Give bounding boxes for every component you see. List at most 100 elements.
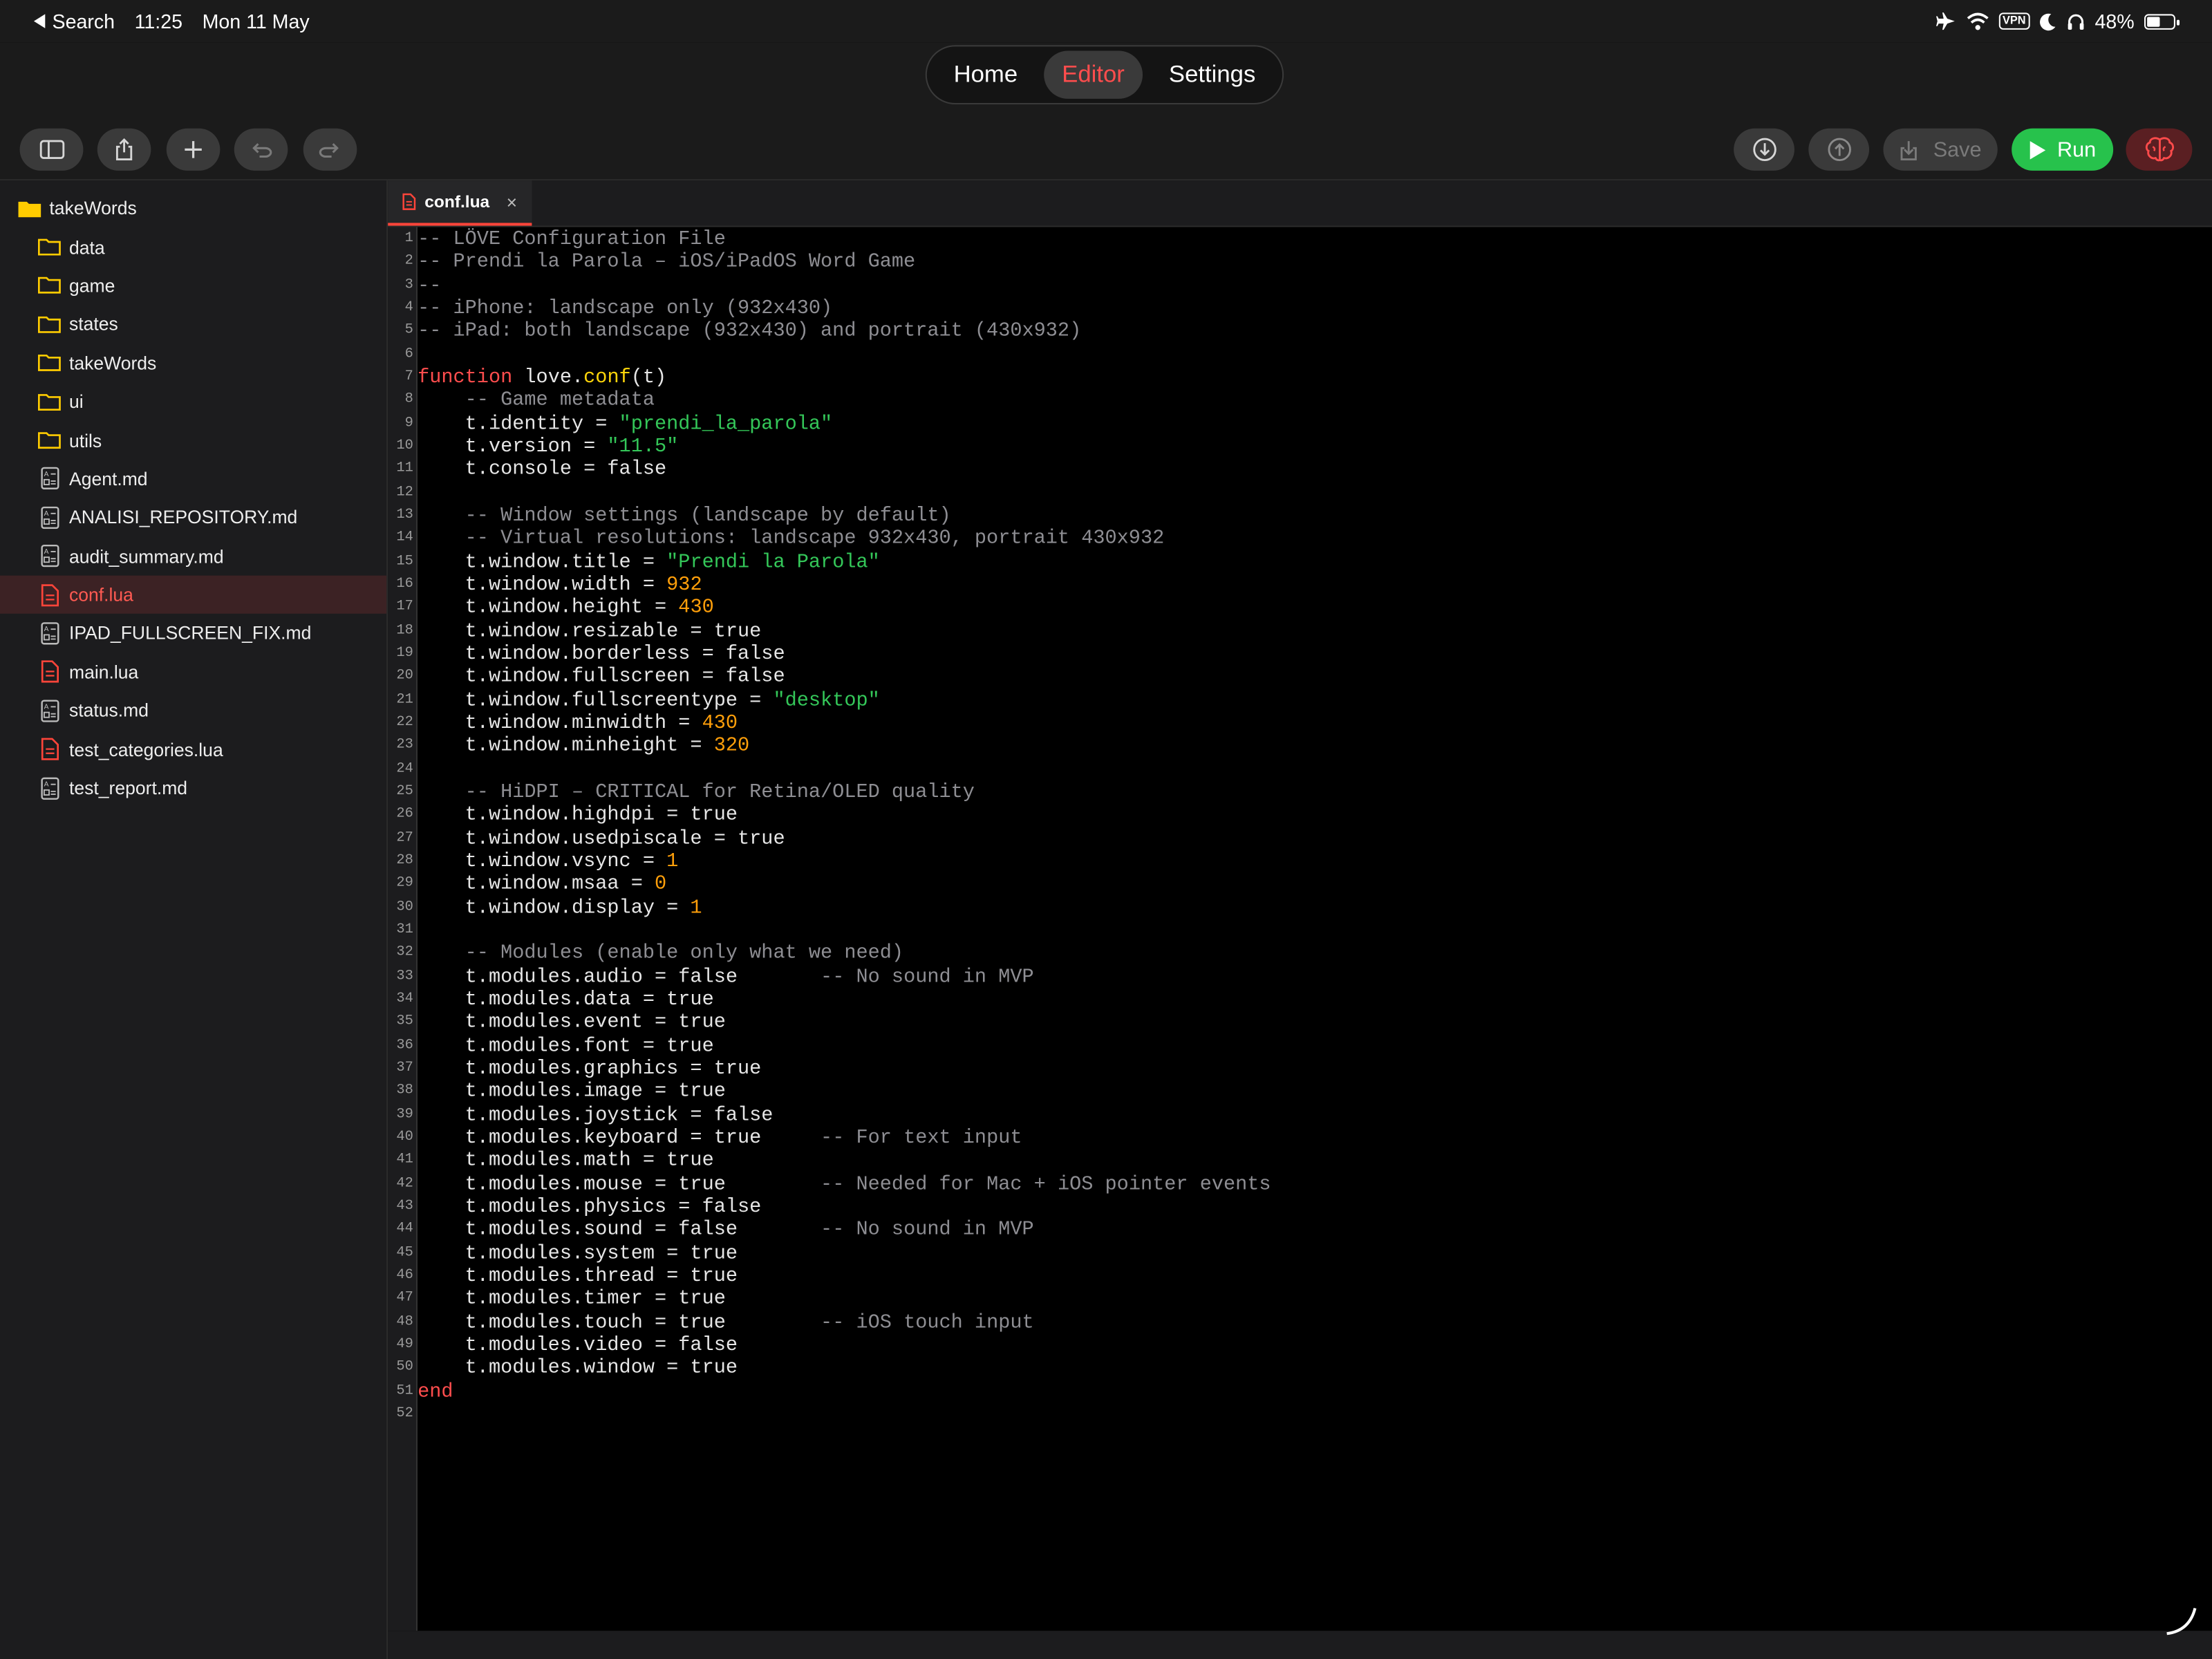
code-token: "11.5" — [607, 435, 679, 459]
plus-icon — [185, 141, 202, 158]
battery-percent: 48% — [2094, 10, 2135, 32]
back-to-search-link[interactable]: Search — [33, 10, 115, 32]
folder-icon — [37, 313, 62, 336]
line-number: 33 — [396, 968, 413, 984]
line-number: 27 — [396, 830, 413, 846]
battery-fill — [2147, 16, 2159, 26]
share-button[interactable] — [97, 128, 151, 171]
line-number: 19 — [396, 646, 413, 662]
code-line: t.window.usedpiscale = true — [418, 827, 785, 850]
code-line: -- Game metadata — [418, 390, 655, 413]
code-token: t.window.minwidth = — [418, 712, 702, 735]
resize-handle-icon[interactable] — [2162, 1600, 2201, 1639]
code-token: t.window.fullscreen = false — [418, 666, 785, 689]
code-token: 1 — [690, 897, 702, 919]
file-tree-item[interactable]: Astatus.md — [0, 691, 386, 730]
code-token: t.modules.thread = true — [418, 1265, 738, 1288]
file-tree-item[interactable]: states — [0, 305, 386, 344]
code-token: "prendi_la_parola" — [619, 413, 833, 435]
code-token: t.window.highdpi = true — [418, 804, 738, 827]
ai-assistant-button[interactable] — [2126, 128, 2193, 171]
undo-button[interactable] — [234, 128, 288, 171]
code-line: t.window.fullscreen = false — [418, 666, 785, 689]
file-tree-item[interactable]: takeWords — [0, 344, 386, 382]
line-number: 8 — [404, 392, 413, 409]
code-line: t.modules.touch = true -- iOS touch inpu… — [418, 1311, 1034, 1334]
line-number: 46 — [396, 1268, 413, 1284]
code-token: love. — [512, 366, 584, 390]
code-token: t.modules.image = true — [418, 1080, 726, 1104]
file-tree-item[interactable]: data — [0, 227, 386, 266]
save-label: Save — [1933, 137, 1982, 162]
toggle-sidebar-button[interactable] — [19, 128, 84, 171]
file-tree-item-label: test_categories.lua — [68, 738, 223, 760]
code-token: -- — [418, 274, 442, 297]
file-tree-item[interactable]: A Agent.md — [0, 460, 386, 498]
code-editor[interactable]: -- LÖVE Configuration File -- Prendi la P… — [418, 227, 2212, 1631]
file-tree-item[interactable]: A ANALISI_REPOSITORY.md — [0, 498, 386, 537]
file-tree-item-label: ui — [68, 391, 84, 413]
save-button[interactable]: Save — [1883, 128, 1998, 171]
markdown-file-icon: A — [37, 506, 62, 529]
file-tree-item-label: test_report.md — [68, 777, 188, 799]
code-token: t.window.height = — [418, 597, 679, 620]
file-tree-item[interactable]: Atest_report.md — [0, 769, 386, 807]
file-tree-item[interactable]: A IPAD_FULLSCREEN_FIX.md — [0, 614, 386, 653]
code-token: t.modules.keyboard = true — [418, 1127, 821, 1150]
code-line: t.window.title = "Prendi la Parola" — [418, 551, 880, 574]
line-number: 28 — [396, 853, 413, 869]
file-tree-item[interactable]: ui — [0, 382, 386, 421]
code-token: 430 — [678, 597, 714, 620]
file-tree-item[interactable]: test_categories.lua — [0, 730, 386, 769]
code-line: -- iPhone: landscape only (932x430) — [418, 298, 832, 321]
code-line: t.modules.graphics = true — [418, 1058, 762, 1080]
code-line: t.modules.image = true — [418, 1081, 726, 1104]
lua-file-icon — [37, 738, 62, 761]
upload-button[interactable] — [1808, 128, 1870, 171]
run-button[interactable]: Run — [2012, 128, 2114, 171]
code-token: -- HiDPI – CRITICAL for Retina/OLED qual… — [418, 781, 975, 805]
code-line: function love.conf(t) — [418, 367, 666, 390]
svg-text:A: A — [44, 780, 48, 788]
line-number: 5 — [404, 323, 413, 339]
redo-button[interactable] — [303, 128, 357, 171]
brain-icon — [2144, 137, 2174, 162]
line-number: 52 — [396, 1406, 413, 1422]
line-number: 44 — [396, 1221, 413, 1238]
new-file-button[interactable] — [166, 128, 221, 171]
lua-file-icon — [37, 661, 62, 684]
code-line: t.window.minwidth = 430 — [418, 712, 738, 735]
tree-root-folder[interactable]: takeWords — [0, 189, 386, 227]
code-token: t.window.display = — [418, 897, 691, 919]
line-number: 6 — [404, 346, 413, 362]
download-button[interactable] — [1734, 128, 1794, 171]
code-token: t.modules.event = true — [418, 1011, 726, 1035]
tab-settings[interactable]: Settings — [1150, 50, 1273, 98]
code-token: -- Needed for Mac + iOS pointer events — [821, 1172, 1271, 1196]
file-explorer: takeWords data game states takeWords ui utils… — [0, 180, 388, 1659]
line-number: 21 — [396, 692, 413, 708]
code-line: t.window.vsync = 1 — [418, 850, 679, 873]
close-tab-icon[interactable]: × — [507, 191, 517, 213]
file-tree-item[interactable]: game — [0, 266, 386, 305]
tab-home[interactable]: Home — [935, 50, 1036, 98]
file-tree-item[interactable]: main.lua — [0, 653, 386, 691]
file-tree-item[interactable]: utils — [0, 421, 386, 460]
editor-tab-conf-lua[interactable]: conf.lua × — [388, 180, 532, 226]
line-number: 4 — [404, 300, 413, 317]
code-token: t.modules.window = true — [418, 1357, 738, 1380]
tab-editor[interactable]: Editor — [1043, 50, 1143, 99]
code-line: -- Virtual resolutions: landscape 932x43… — [418, 528, 1165, 551]
file-tree-item-label: takeWords — [68, 352, 157, 374]
run-label: Run — [2056, 137, 2097, 162]
code-line: -- iPad: both landscape (932x430) and po… — [418, 321, 1081, 344]
code-token: t.window.fullscreentype = — [418, 689, 774, 712]
file-tree-item-label: game — [68, 274, 115, 297]
file-tree-item[interactable]: Aaudit_summary.md — [0, 537, 386, 576]
line-number: 42 — [396, 1176, 413, 1192]
folder-icon — [37, 429, 62, 451]
code-token: function — [418, 366, 513, 390]
lua-file-icon — [37, 583, 62, 606]
file-tree-item[interactable]: conf.lua — [0, 575, 387, 615]
lua-file-icon — [402, 193, 416, 210]
